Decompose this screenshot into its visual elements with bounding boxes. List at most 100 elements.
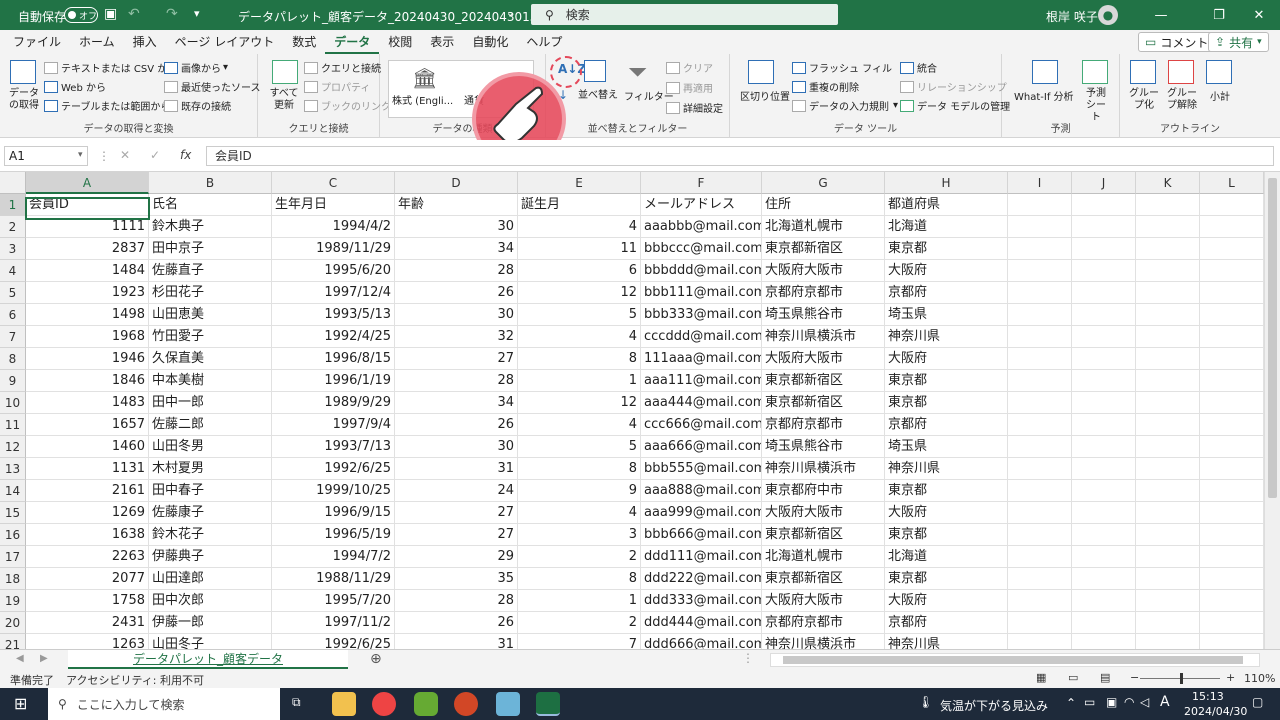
row-header-21[interactable]: 21 (0, 634, 26, 649)
normal-view-icon[interactable]: ▦ (1036, 671, 1046, 684)
row-header-15[interactable]: 15 (0, 502, 26, 524)
consolidate-button[interactable]: 統合 (900, 60, 937, 75)
cancel-icon[interactable]: ✕ (120, 148, 130, 162)
table-cell[interactable] (1136, 502, 1200, 524)
stocks-type-button[interactable]: 株式 (Engli... (392, 92, 453, 107)
table-cell[interactable] (1008, 634, 1072, 649)
table-cell[interactable]: 1758 (26, 590, 149, 612)
table-cell[interactable] (1008, 546, 1072, 568)
table-cell[interactable]: 東京都 (885, 480, 1008, 502)
table-cell[interactable]: 京都府京都市 (762, 414, 885, 436)
properties-button[interactable]: プロパティ (304, 79, 370, 94)
table-cell[interactable] (1072, 458, 1136, 480)
table-cell[interactable]: 1995/6/20 (272, 260, 395, 282)
table-cell[interactable]: 1968 (26, 326, 149, 348)
row-header-7[interactable]: 7 (0, 326, 26, 348)
table-cell[interactable]: 32 (395, 326, 518, 348)
table-cell[interactable]: 京都府京都市 (762, 612, 885, 634)
table-cell[interactable]: 5 (518, 304, 641, 326)
data-model-button[interactable]: データ モデルの管理 (900, 98, 1010, 113)
table-cell[interactable] (1072, 524, 1136, 546)
header-cell[interactable]: 誕生月 (518, 194, 641, 216)
add-sheet-icon[interactable]: ⊕ (370, 651, 382, 667)
column-header-I[interactable]: I (1008, 172, 1072, 194)
table-cell[interactable]: 2077 (26, 568, 149, 590)
table-cell[interactable] (1136, 590, 1200, 612)
header-cell[interactable]: 生年月日 (272, 194, 395, 216)
tab-data[interactable]: データ (325, 30, 380, 54)
table-cell[interactable]: 4 (518, 216, 641, 238)
table-cell[interactable]: 1988/11/29 (272, 568, 395, 590)
table-cell[interactable]: 28 (395, 590, 518, 612)
table-cell[interactable]: 1460 (26, 436, 149, 458)
table-cell[interactable] (1136, 238, 1200, 260)
table-cell[interactable]: 1995/7/20 (272, 590, 395, 612)
table-cell[interactable] (1072, 392, 1136, 414)
comment-button[interactable]: ▭ コメント (1138, 32, 1216, 52)
table-cell[interactable] (1200, 458, 1264, 480)
table-cell[interactable]: 1946 (26, 348, 149, 370)
table-cell[interactable] (1200, 524, 1264, 546)
table-cell[interactable] (1136, 370, 1200, 392)
table-cell[interactable]: 1657 (26, 414, 149, 436)
table-cell[interactable] (1136, 216, 1200, 238)
table-cell[interactable]: 大阪府 (885, 502, 1008, 524)
table-cell[interactable]: 神奈川県 (885, 458, 1008, 480)
table-cell[interactable]: aaa111@mail.com (641, 370, 762, 392)
taskbar-search[interactable]: ⚲ ここに入力して検索 (48, 688, 280, 720)
data-validation-button[interactable]: データの入力規則 ▾ (792, 98, 898, 113)
table-cell[interactable] (1072, 436, 1136, 458)
table-cell[interactable]: 東京都新宿区 (762, 568, 885, 590)
table-cell[interactable]: 30 (395, 304, 518, 326)
table-cell[interactable] (1200, 480, 1264, 502)
tray-chevron-icon[interactable]: ⌃ (1066, 696, 1076, 710)
table-cell[interactable]: 2431 (26, 612, 149, 634)
header-cell[interactable] (1072, 194, 1136, 216)
table-cell[interactable]: 東京都 (885, 392, 1008, 414)
table-cell[interactable] (1008, 370, 1072, 392)
table-cell[interactable]: 8 (518, 568, 641, 590)
row-header-4[interactable]: 4 (0, 260, 26, 282)
table-cell[interactable] (1008, 502, 1072, 524)
powerpoint-icon[interactable] (454, 692, 478, 716)
table-cell[interactable]: 1498 (26, 304, 149, 326)
edit-links-button[interactable]: ブックのリンク (304, 98, 391, 113)
worksheet-grid[interactable]: A B C D E F G H I J K L 1 会員ID 氏名 生年月日 年齢 誕生月 メールアドレス 住所 都道府… (0, 172, 1280, 649)
row-header-18[interactable]: 18 (0, 568, 26, 590)
avatar[interactable]: ● (1098, 5, 1118, 25)
row-header-2[interactable]: 2 (0, 216, 26, 238)
table-cell[interactable]: 久保直美 (149, 348, 272, 370)
table-cell[interactable]: 34 (395, 392, 518, 414)
header-cell[interactable] (1200, 194, 1264, 216)
table-cell[interactable]: 1997/12/4 (272, 282, 395, 304)
table-cell[interactable]: 1993/7/13 (272, 436, 395, 458)
table-cell[interactable]: 東京都 (885, 238, 1008, 260)
table-cell[interactable]: 北海道 (885, 546, 1008, 568)
from-table-button[interactable]: テーブルまたは範囲から (44, 98, 170, 113)
tab-home[interactable]: ホーム (70, 30, 124, 54)
table-cell[interactable]: 11 (518, 238, 641, 260)
zoom-in-icon[interactable]: + (1226, 671, 1235, 684)
table-cell[interactable]: 東京都新宿区 (762, 370, 885, 392)
table-cell[interactable]: 34 (395, 238, 518, 260)
table-cell[interactable]: 27 (395, 502, 518, 524)
volume-icon[interactable]: ◁ (1140, 695, 1149, 709)
table-cell[interactable]: 111aaa@mail.com (641, 348, 762, 370)
table-cell[interactable] (1008, 392, 1072, 414)
horizontal-scrollbar[interactable] (770, 653, 1260, 667)
table-cell[interactable]: 29 (395, 546, 518, 568)
row-header-13[interactable]: 13 (0, 458, 26, 480)
table-cell[interactable]: 大阪府 (885, 260, 1008, 282)
table-cell[interactable]: 神奈川県 (885, 326, 1008, 348)
table-cell[interactable]: 35 (395, 568, 518, 590)
table-cell[interactable] (1136, 458, 1200, 480)
table-cell[interactable]: 田中春子 (149, 480, 272, 502)
table-cell[interactable] (1200, 634, 1264, 649)
vertical-scrollbar[interactable] (1264, 172, 1280, 649)
table-cell[interactable]: 神奈川県横浜市 (762, 634, 885, 649)
table-cell[interactable] (1200, 304, 1264, 326)
table-cell[interactable]: 田中次郎 (149, 590, 272, 612)
display-icon[interactable]: ▣ (1106, 695, 1117, 709)
close-icon[interactable]: ✕ (1238, 0, 1280, 30)
page-break-view-icon[interactable]: ▤ (1100, 671, 1110, 684)
